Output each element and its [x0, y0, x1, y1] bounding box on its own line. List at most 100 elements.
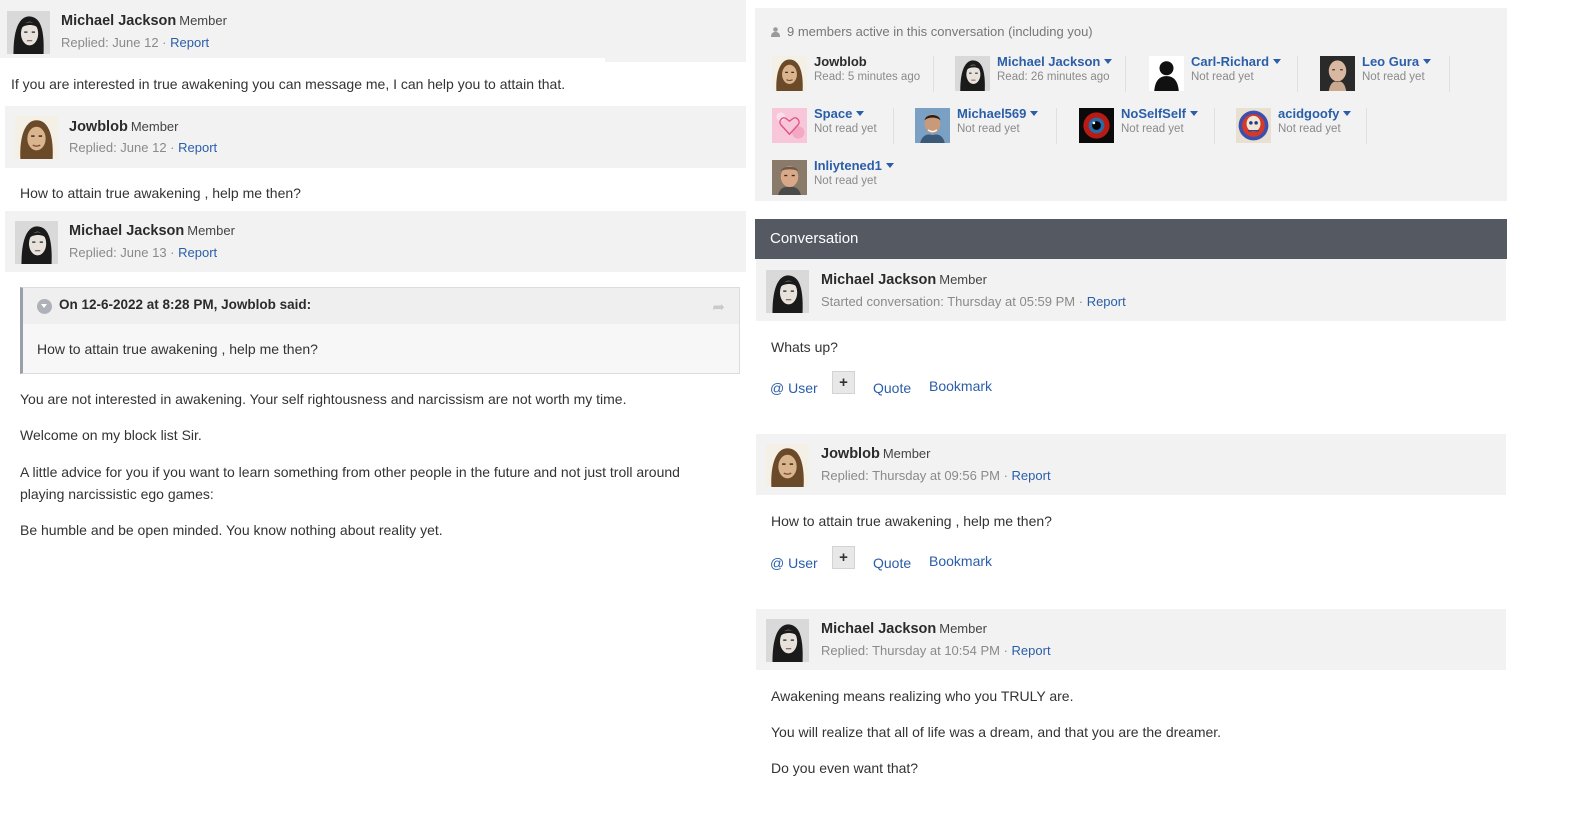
author-name[interactable]: Jowblob Member	[69, 119, 179, 135]
post-date: Replied: June 12 ·	[69, 140, 179, 155]
report-link[interactable]: Report	[178, 245, 217, 260]
member-name-text[interactable]: Jowblob	[814, 54, 867, 69]
member-name[interactable]: Michael Jackson	[997, 54, 1113, 69]
post-date: Replied: June 12 ·	[61, 35, 171, 50]
avatar[interactable]	[766, 444, 809, 487]
divider	[1214, 108, 1215, 144]
member-name[interactable]: Inliytened1	[814, 158, 894, 173]
member-name[interactable]: NoSelfSelf	[1121, 106, 1199, 121]
caret-down-icon[interactable]	[885, 163, 894, 168]
author-link[interactable]: Michael Jackson	[821, 621, 936, 637]
author-role: Member	[939, 272, 987, 287]
author-link[interactable]: Michael Jackson	[69, 223, 184, 239]
member-name-text[interactable]: NoSelfSelf	[1121, 106, 1186, 121]
member-name[interactable]: Leo Gura	[1362, 54, 1432, 69]
member-name-text[interactable]: Space	[814, 106, 852, 121]
report-link[interactable]: Report	[178, 140, 217, 155]
caret-down-icon[interactable]	[1030, 111, 1039, 116]
member-avatar[interactable]	[1320, 56, 1355, 91]
member-name[interactable]: acidgoofy	[1278, 106, 1352, 121]
mention-user-button[interactable]: @ User	[770, 555, 818, 571]
quote-button[interactable]: Quote	[873, 555, 911, 571]
author-link[interactable]: Jowblob	[821, 446, 880, 462]
caret-down-icon[interactable]	[1423, 59, 1432, 64]
bookmark-button[interactable]: Bookmark	[929, 378, 992, 394]
quote-button[interactable]: Quote	[873, 380, 911, 396]
report-link[interactable]: Report	[1012, 643, 1051, 658]
member-name[interactable]: Space	[814, 106, 865, 121]
author-role: Member	[130, 119, 179, 134]
post-body-paragraph: You will realize that all of life was a …	[771, 724, 1222, 740]
member-status: Not read yet	[1191, 71, 1254, 83]
post-meta: Replied: June 12 · Report	[69, 140, 217, 155]
member-avatar[interactable]	[772, 160, 807, 195]
member-avatar[interactable]	[1079, 108, 1114, 143]
chevron-down-circle-icon[interactable]	[37, 299, 52, 314]
caret-down-icon[interactable]	[1343, 111, 1352, 116]
report-link[interactable]: Report	[170, 35, 209, 50]
author-role: Member	[939, 621, 987, 636]
post-body-paragraph: You are not interested in awakening. You…	[20, 391, 627, 407]
member-name-text[interactable]: Leo Gura	[1362, 54, 1419, 69]
member-name-text[interactable]: Carl-Richard	[1191, 54, 1269, 69]
author-link[interactable]: Michael Jackson	[61, 13, 176, 29]
plus-button[interactable]: +	[832, 371, 855, 394]
avatar[interactable]	[766, 270, 809, 313]
author-name[interactable]: Jowblob Member	[821, 446, 931, 462]
member-avatar[interactable]	[1149, 56, 1184, 91]
quote-block: On 12-6-2022 at 8:28 PM, Jowblob said: ➦…	[20, 287, 740, 374]
member-avatar[interactable]	[772, 56, 807, 91]
author-role: Member	[179, 13, 227, 28]
caret-down-icon[interactable]	[1104, 59, 1113, 64]
author-link[interactable]: Michael Jackson	[821, 272, 936, 288]
member-status: Not read yet	[957, 123, 1020, 135]
member-avatar[interactable]	[955, 56, 990, 91]
post-header	[756, 259, 1506, 321]
post-body: If you are interested in true awakening …	[11, 76, 566, 92]
avatar[interactable]	[7, 11, 50, 54]
member-name[interactable]: Carl-Richard	[1191, 54, 1282, 69]
member-status: Read: 26 minutes ago	[997, 71, 1110, 83]
author-role: Member	[187, 223, 235, 238]
post-header	[0, 0, 746, 62]
member-name-text[interactable]: Michael569	[957, 106, 1026, 121]
divider	[1125, 56, 1126, 92]
author-name[interactable]: Michael Jackson Member	[61, 13, 227, 29]
avatar[interactable]	[15, 116, 58, 159]
member-name-text[interactable]: Michael Jackson	[997, 54, 1100, 69]
member-name[interactable]: Jowblob	[814, 54, 867, 69]
mention-user-button[interactable]: @ User	[770, 380, 818, 396]
author-name[interactable]: Michael Jackson Member	[821, 621, 987, 637]
avatar[interactable]	[15, 221, 58, 264]
member-avatar[interactable]	[1236, 108, 1271, 143]
member-name[interactable]: Michael569	[957, 106, 1039, 121]
post-body: How to attain true awakening , help me t…	[771, 513, 1052, 529]
caret-down-icon[interactable]	[856, 111, 865, 116]
post-date: Replied: Thursday at 09:56 PM ·	[821, 468, 1012, 483]
post-header	[5, 106, 746, 168]
share-arrow-icon[interactable]: ➦	[712, 298, 725, 316]
post-body-paragraph: Be humble and be open minded. You know n…	[20, 522, 443, 538]
avatar[interactable]	[766, 619, 809, 662]
member-name-text[interactable]: Inliytened1	[814, 158, 882, 173]
report-link[interactable]: Report	[1087, 294, 1126, 309]
post-date: Replied: Thursday at 10:54 PM ·	[821, 643, 1012, 658]
quote-text: How to attain true awakening , help me t…	[37, 341, 318, 357]
members-header-text: 9 members active in this conversation (i…	[787, 24, 1093, 39]
member-avatar[interactable]	[915, 108, 950, 143]
plus-button[interactable]: +	[832, 546, 855, 569]
author-name[interactable]: Michael Jackson Member	[69, 223, 235, 239]
member-name-text[interactable]: acidgoofy	[1278, 106, 1339, 121]
post-meta: Replied: June 13 · Report	[69, 245, 217, 260]
member-avatar[interactable]	[772, 108, 807, 143]
caret-down-icon[interactable]	[1273, 59, 1282, 64]
post-body-paragraph: Do you even want that?	[771, 760, 919, 776]
author-name[interactable]: Michael Jackson Member	[821, 272, 987, 288]
divider	[933, 56, 934, 92]
caret-down-icon[interactable]	[1190, 111, 1199, 116]
author-link[interactable]: Jowblob	[69, 119, 128, 135]
post-body: How to attain true awakening , help me t…	[20, 185, 301, 201]
bookmark-button[interactable]: Bookmark	[929, 553, 992, 569]
report-link[interactable]: Report	[1012, 468, 1051, 483]
member-status: Not read yet	[1362, 71, 1425, 83]
